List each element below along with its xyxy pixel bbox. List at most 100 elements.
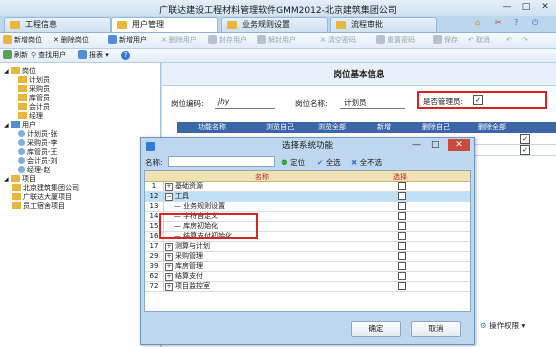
unlock-user-button[interactable]: 解封用户 xyxy=(257,35,296,46)
collapse-icon[interactable]: ◢ xyxy=(4,67,10,76)
tree-item[interactable]: 经理-赵 xyxy=(18,166,51,175)
exit-icon[interactable]: ⏻ xyxy=(532,18,538,28)
list-item[interactable]: 72 + 项目监控室 xyxy=(145,282,470,292)
cancel-button[interactable]: ↶ 取消 xyxy=(468,35,490,46)
user-icon xyxy=(18,157,25,164)
dialog-search-bar: 名称: ⚉ 定位 ✔ 全选 ✖ 全不选 xyxy=(141,155,474,169)
tree-item[interactable]: 会计员 xyxy=(18,103,50,112)
dialog-minimize-button[interactable]: — xyxy=(412,140,421,150)
delete-post-button[interactable]: ✕ 删除岗位 xyxy=(53,35,89,46)
post-name-field[interactable]: 计划员 xyxy=(344,97,404,107)
tree-node-projects[interactable]: ◢ 项目 xyxy=(4,175,36,184)
close-button[interactable]: ✕ xyxy=(536,1,554,13)
tree-item[interactable]: 北京建筑集团公司 xyxy=(12,184,79,193)
new-user-button[interactable]: 新增用户 xyxy=(108,35,147,46)
post-code-field[interactable]: jhy xyxy=(218,97,273,107)
uncheck-icon: ✖ xyxy=(351,158,358,167)
function-name: − 工具 xyxy=(165,192,189,201)
tree-item[interactable]: 采购员 xyxy=(18,85,50,94)
tree-item[interactable]: 库管员 xyxy=(18,94,50,103)
select-checkbox[interactable] xyxy=(398,242,406,251)
folder-icon xyxy=(336,21,346,29)
ok-button[interactable]: 确定 xyxy=(351,321,401,337)
expand-icon[interactable]: + xyxy=(165,183,173,191)
dialog-maximize-button[interactable]: □ xyxy=(431,140,440,150)
expand-icon[interactable]: + xyxy=(165,253,173,261)
list-item[interactable]: 17 + 测算与计划 xyxy=(145,242,470,252)
tree-item[interactable]: 广联达大厦项目 xyxy=(12,193,72,202)
button-label: 重置密码 xyxy=(387,36,415,44)
reset-password-button[interactable]: 重置密码 xyxy=(376,35,415,46)
tree-node-posts[interactable]: ◢ 岗位 xyxy=(4,67,36,76)
expand-icon[interactable]: + xyxy=(165,273,173,281)
select-checkbox[interactable] xyxy=(398,202,406,211)
select-checkbox[interactable] xyxy=(398,272,406,281)
tree-item[interactable]: 计划员 xyxy=(18,76,50,85)
refresh-button[interactable]: 刷新 xyxy=(3,50,28,61)
help-icon[interactable]: ? xyxy=(514,18,518,27)
permission-checkbox[interactable]: ✓ xyxy=(520,145,530,155)
deselect-all-button[interactable]: ✖ 全不选 xyxy=(351,157,382,168)
select-checkbox[interactable] xyxy=(398,262,406,271)
clear-password-button[interactable]: ✕ 清空密码 xyxy=(320,35,356,46)
home-icon[interactable]: ⌂ xyxy=(475,18,480,27)
expand-icon[interactable]: + xyxy=(165,283,173,291)
title-bar: 广联达建设工程材料管理软件GMM2012-北京建筑集团公司 — □ ✕ xyxy=(0,0,556,16)
name-search-input[interactable] xyxy=(168,156,275,167)
permission-checkbox[interactable]: ✓ xyxy=(520,134,530,144)
minimize-button[interactable]: — xyxy=(498,1,516,13)
expand-icon[interactable]: + xyxy=(165,263,173,271)
select-checkbox[interactable] xyxy=(398,182,406,191)
find-user-button[interactable]: ⚲ 查找用户 xyxy=(31,50,66,61)
list-item[interactable]: 39 + 库房管理 xyxy=(145,262,470,272)
tree-item[interactable]: 员工宿舍项目 xyxy=(12,202,65,211)
tab-user-management[interactable]: 用户管理 xyxy=(111,17,218,32)
maximize-button[interactable]: □ xyxy=(517,1,535,13)
row-number: 62 xyxy=(145,272,164,281)
col-browse-all: 浏览全部 xyxy=(318,123,346,131)
tree-item[interactable]: 计划员-张 xyxy=(18,130,58,139)
list-item[interactable]: 1 + 基础资源 xyxy=(145,182,470,192)
operation-permission-button[interactable]: ⚙ 操作权限 ▾ xyxy=(480,320,525,331)
redo-button[interactable]: ↷ xyxy=(522,35,528,46)
undo-button[interactable]: ↶ xyxy=(506,35,512,46)
select-checkbox[interactable] xyxy=(398,192,406,201)
dialog-close-button[interactable]: ✕ xyxy=(448,139,470,151)
collapse-icon[interactable]: − xyxy=(165,193,173,201)
tree-item[interactable]: 会计员-刘 xyxy=(18,157,58,166)
list-item[interactable]: 62 + 结算支付 xyxy=(145,272,470,282)
tree-item[interactable]: 库管员-王 xyxy=(18,148,58,157)
tab-project-info[interactable]: 工程信息 xyxy=(4,17,111,32)
delete-user-button[interactable]: ✕ 删除用户 xyxy=(161,35,197,46)
admin-checkbox[interactable]: ✓ xyxy=(473,95,483,105)
unlock-icon xyxy=(257,35,266,44)
expand-icon[interactable]: + xyxy=(165,243,173,251)
collapse-icon[interactable]: ◢ xyxy=(4,175,10,184)
tools-icon[interactable]: ✂ xyxy=(495,18,502,27)
tree-item[interactable]: 采购员-李 xyxy=(18,139,58,148)
cancel-dialog-button[interactable]: 取消 xyxy=(411,321,461,337)
select-checkbox[interactable] xyxy=(398,212,406,221)
new-post-button[interactable]: 新增岗位 xyxy=(3,35,42,46)
tab-workflow[interactable]: 流程审批 xyxy=(330,17,437,32)
help-button[interactable]: ? xyxy=(121,50,130,61)
select-checkbox[interactable] xyxy=(398,282,406,291)
report-button[interactable]: 报表 ▾ xyxy=(78,50,109,61)
select-all-button[interactable]: ✔ 全选 xyxy=(317,157,341,168)
grid-header: 名称 选择 xyxy=(145,171,470,182)
col-name-header: 名称 xyxy=(255,173,269,181)
post-icon xyxy=(18,103,27,110)
save-button[interactable]: 保存 xyxy=(433,35,458,46)
list-item[interactable]: 13 — 业务规则设置 xyxy=(145,202,470,212)
collapse-icon[interactable]: ◢ xyxy=(4,121,10,130)
tree-node-users[interactable]: ◢ 用户 xyxy=(4,121,36,130)
select-checkbox[interactable] xyxy=(398,222,406,231)
tab-business-rules[interactable]: 业务规则设置 xyxy=(221,17,328,32)
list-item[interactable]: 12− 工具 xyxy=(145,192,470,202)
select-checkbox[interactable] xyxy=(398,232,406,241)
lock-user-button[interactable]: 封存用户 xyxy=(208,35,247,46)
list-item[interactable]: 29 + 采购管理 xyxy=(145,252,470,262)
select-checkbox[interactable] xyxy=(398,252,406,261)
tree-item[interactable]: 经理 xyxy=(18,112,43,121)
locate-button[interactable]: ⚉ 定位 xyxy=(281,157,305,168)
